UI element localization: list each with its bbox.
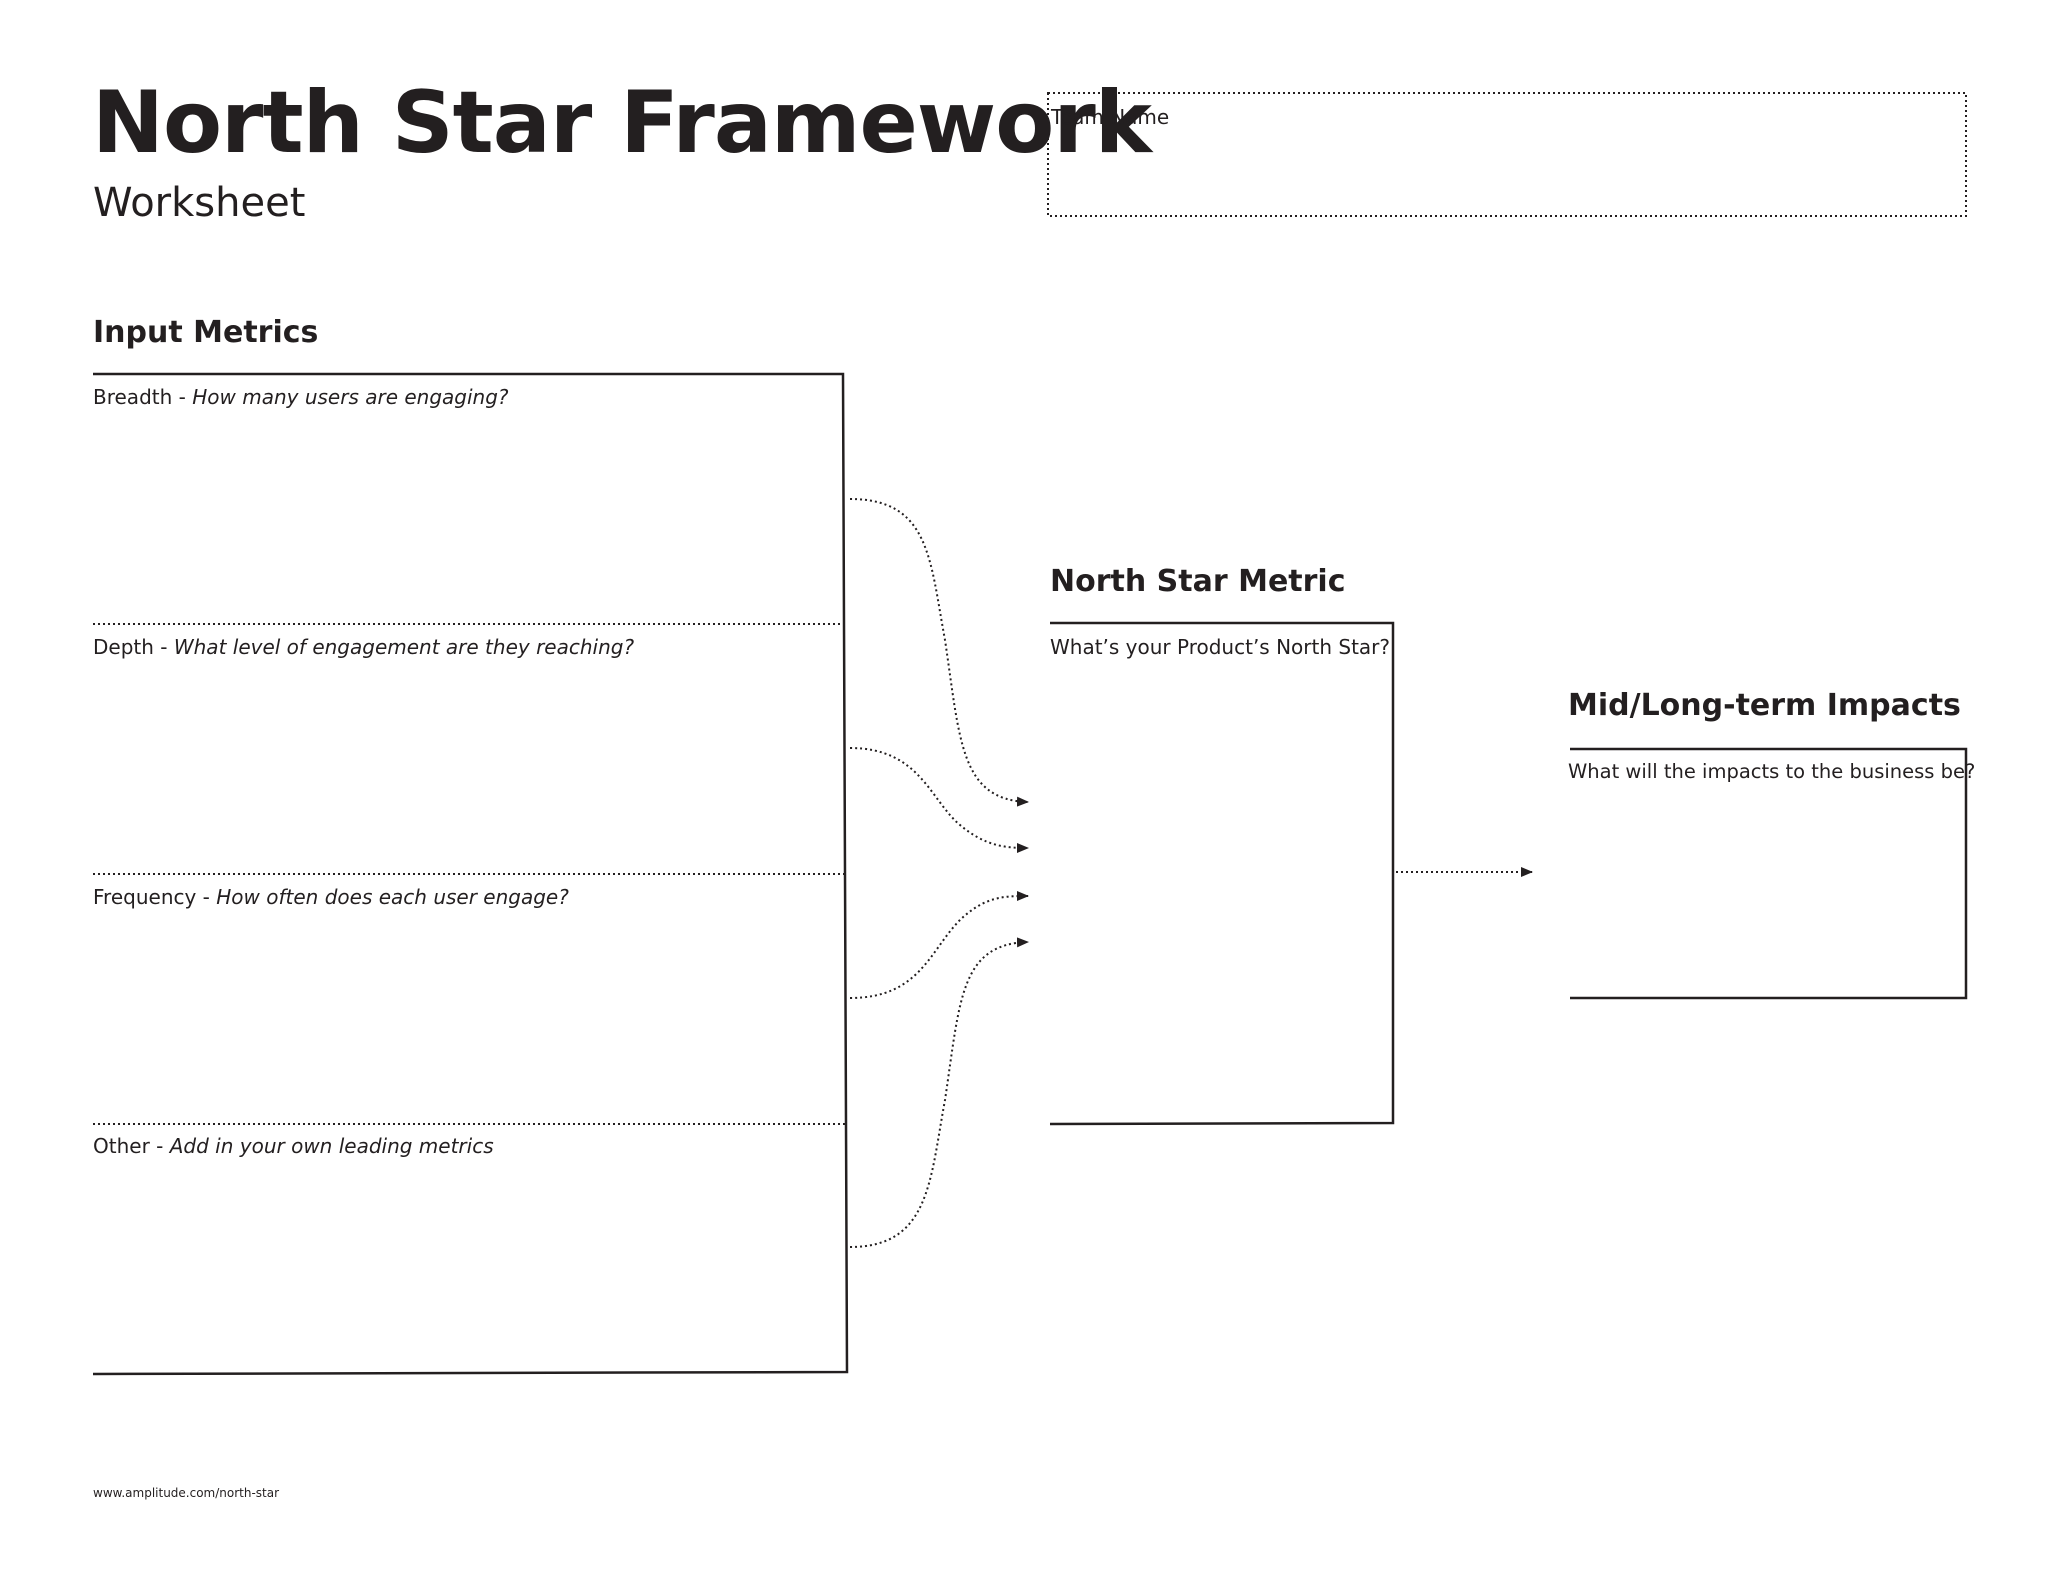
metric-prompt: Add in your own leading metrics: [169, 1134, 494, 1158]
north-star-metric-box: [1049, 621, 1395, 1126]
other-arrow: [849, 937, 1029, 1248]
breadth-row-label: Breadth - How many users are engaging?: [93, 387, 509, 407]
worksheet-diagram: [92, 92, 1968, 1376]
metric-separator: -: [153, 635, 174, 659]
metric-name: Frequency: [93, 885, 197, 909]
frequency-row-label: Frequency - How often does each user eng…: [93, 887, 569, 907]
metric-prompt: What level of engagement are they reachi…: [173, 635, 635, 659]
metric-prompt: How many users are engaging?: [192, 385, 509, 409]
depth-row-label: Depth - What level of engagement are the…: [93, 637, 634, 657]
metric-separator: -: [196, 885, 217, 909]
metric-separator: -: [172, 385, 193, 409]
footer-url: www.amplitude.com/north-star: [93, 1486, 280, 1500]
north-star-metric-heading: North Star Metric: [1050, 564, 1346, 599]
metric-name: Other: [93, 1134, 150, 1158]
team-name-box[interactable]: [1047, 92, 1967, 217]
metric-prompt: How often does each user engage?: [216, 885, 569, 909]
breadth-arrow: [849, 498, 1029, 807]
impacts-prompt: What will the impacts to the business be…: [1568, 760, 1976, 783]
metric-name: Breadth: [93, 385, 173, 409]
north-star-metric-prompt: What’s your Product’s North Star?: [1050, 635, 1391, 659]
team-name-label: Team Name: [1051, 105, 1170, 129]
other-row-label: Other - Add in your own leading metrics: [93, 1136, 494, 1156]
metric-name: Depth: [93, 635, 154, 659]
impacts-heading: Mid/Long-term Impacts: [1568, 688, 1961, 723]
input-metrics-heading: Input Metrics: [93, 315, 319, 350]
metric-separator: -: [149, 1134, 170, 1158]
impacts-box: [1570, 747, 1968, 1000]
